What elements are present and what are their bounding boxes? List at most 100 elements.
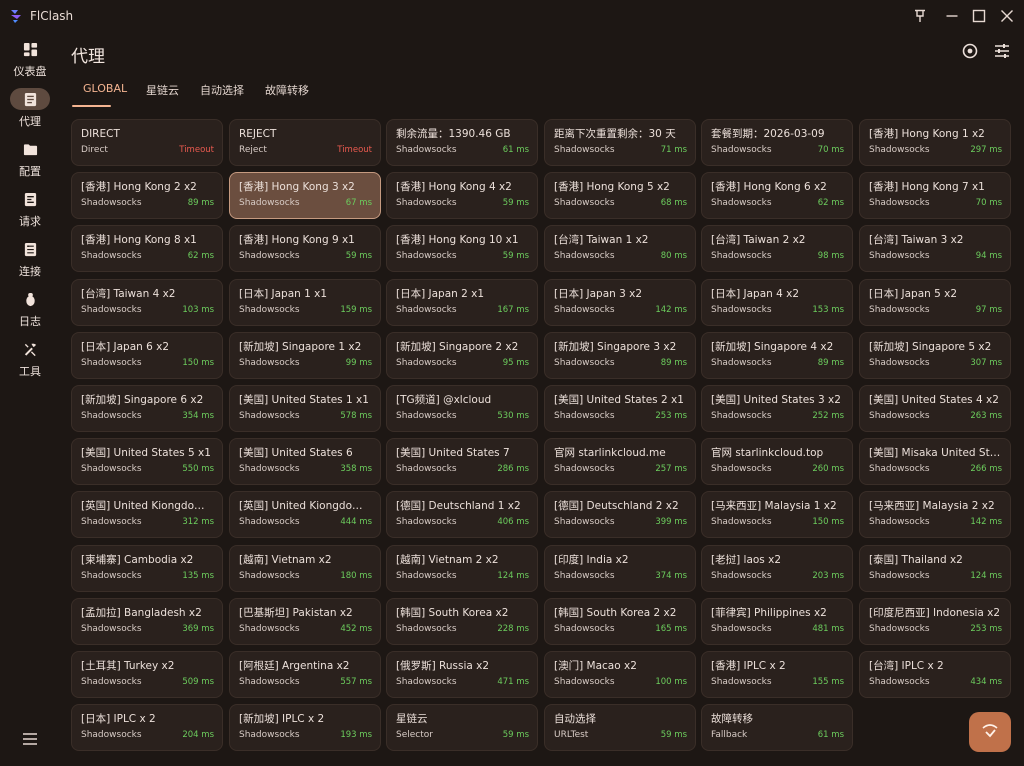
proxy-delay[interactable]: 260 ms [812, 464, 844, 474]
proxy-delay[interactable]: 71 ms [661, 145, 687, 155]
proxy-card[interactable]: [印度] India x2 Shadowsocks 374 ms [544, 545, 696, 592]
proxy-card[interactable]: [柬埔寨] Cambodia x2 Shadowsocks 135 ms [71, 545, 223, 592]
proxy-card[interactable]: [澳门] Macao x2 Shadowsocks 100 ms [544, 651, 696, 698]
proxy-card[interactable]: [台湾] IPLC x 2 Shadowsocks 434 ms [859, 651, 1011, 698]
proxy-delay[interactable]: 97 ms [976, 305, 1002, 315]
nav-logs[interactable]: 日志 [0, 288, 60, 336]
nav-tools[interactable]: 工具 [0, 338, 60, 386]
proxy-card[interactable]: 剩余流量：1390.46 GB Shadowsocks 61 ms [386, 119, 538, 166]
proxy-delay[interactable]: 578 ms [340, 411, 372, 421]
proxy-card[interactable]: [香港] Hong Kong 4 x2 Shadowsocks 59 ms [386, 172, 538, 219]
proxy-card[interactable]: [新加坡] Singapore 4 x2 Shadowsocks 89 ms [701, 332, 853, 379]
proxy-card[interactable]: [美国] United States 4 x2 Shadowsocks 263 ms [859, 385, 1011, 432]
proxy-delay[interactable]: 257 ms [655, 464, 687, 474]
proxy-delay[interactable]: 80 ms [661, 251, 687, 261]
nav-requests[interactable]: 请求 [0, 188, 60, 236]
proxy-delay[interactable]: 204 ms [182, 730, 214, 740]
proxy-delay[interactable]: 165 ms [655, 624, 687, 634]
proxy-delay[interactable]: 124 ms [497, 571, 529, 581]
minimize-button[interactable] [939, 4, 965, 28]
proxy-card[interactable]: [美国] United States 6 Shadowsocks 358 ms [229, 438, 381, 485]
nav-dashboard[interactable]: 仪表盘 [0, 38, 60, 86]
proxy-card[interactable]: [香港] Hong Kong 3 x2 Shadowsocks 67 ms [229, 172, 381, 219]
proxy-card[interactable]: [日本] Japan 2 x1 Shadowsocks 167 ms [386, 279, 538, 326]
proxy-delay[interactable]: 95 ms [503, 358, 529, 368]
proxy-delay[interactable]: 135 ms [182, 571, 214, 581]
proxy-card[interactable]: [美国] Misaka United States x2 Shadowsocks 2… [859, 438, 1011, 485]
proxy-delay[interactable]: 266 ms [970, 464, 1002, 474]
proxy-card[interactable]: [日本] Japan 3 x2 Shadowsocks 142 ms [544, 279, 696, 326]
proxy-delay[interactable]: 153 ms [812, 305, 844, 315]
proxy-delay[interactable]: 167 ms [497, 305, 529, 315]
proxy-card[interactable]: [泰国] Thailand x2 Shadowsocks 124 ms [859, 545, 1011, 592]
proxy-delay[interactable]: 89 ms [818, 358, 844, 368]
proxy-delay[interactable]: 434 ms [970, 677, 1002, 687]
proxy-card[interactable]: [土耳其] Turkey x2 Shadowsocks 509 ms [71, 651, 223, 698]
proxy-delay[interactable]: 253 ms [970, 624, 1002, 634]
proxy-card[interactable]: [马来西亚] Malaysia 1 x2 Shadowsocks 150 ms [701, 491, 853, 538]
proxy-delay[interactable]: 62 ms [188, 251, 214, 261]
proxy-card[interactable]: [香港] Hong Kong 1 x2 Shadowsocks 297 ms [859, 119, 1011, 166]
proxy-delay[interactable]: 99 ms [346, 358, 372, 368]
proxy-delay[interactable]: 297 ms [970, 145, 1002, 155]
proxy-delay[interactable]: 557 ms [340, 677, 372, 687]
tab-fallback[interactable]: 故障转移 [265, 82, 309, 98]
proxy-card[interactable]: [台湾] Taiwan 4 x2 Shadowsocks 103 ms [71, 279, 223, 326]
proxy-delay[interactable]: 70 ms [818, 145, 844, 155]
proxy-delay[interactable]: 61 ms [818, 730, 844, 740]
proxy-card[interactable]: [新加坡] Singapore 6 x2 Shadowsocks 354 ms [71, 385, 223, 432]
proxy-card[interactable]: [美国] United States 1 x1 Shadowsocks 578 ms [229, 385, 381, 432]
proxy-card[interactable]: 官网 starlinkcloud.me Shadowsocks 257 ms [544, 438, 696, 485]
tab-global[interactable]: GLOBAL [83, 82, 127, 95]
proxy-delay[interactable]: 471 ms [497, 677, 529, 687]
proxy-delay[interactable]: 62 ms [818, 198, 844, 208]
proxy-delay[interactable]: 286 ms [497, 464, 529, 474]
proxy-card[interactable]: [日本] IPLC x 2 Shadowsocks 204 ms [71, 704, 223, 751]
proxy-delay[interactable]: 399 ms [655, 517, 687, 527]
proxy-card[interactable]: 距离下次重置剩余：30 天 Shadowsocks 71 ms [544, 119, 696, 166]
proxy-card[interactable]: [香港] Hong Kong 8 x1 Shadowsocks 62 ms [71, 225, 223, 272]
proxy-card[interactable]: [香港] Hong Kong 6 x2 Shadowsocks 62 ms [701, 172, 853, 219]
proxy-delay[interactable]: 159 ms [340, 305, 372, 315]
proxy-delay[interactable]: 252 ms [812, 411, 844, 421]
nav-proxy[interactable]: 代理 [0, 88, 60, 136]
settings-sliders-icon[interactable] [993, 42, 1011, 60]
proxy-card[interactable]: [香港] Hong Kong 10 x1 Shadowsocks 59 ms [386, 225, 538, 272]
proxy-card[interactable]: [印度尼西亚] Indonesia x2 Shadowsocks 253 ms [859, 598, 1011, 645]
proxy-card[interactable]: [日本] Japan 5 x2 Shadowsocks 97 ms [859, 279, 1011, 326]
proxy-delay[interactable]: 203 ms [812, 571, 844, 581]
proxy-card[interactable]: [TG频道] @xlcloud Shadowsocks 530 ms [386, 385, 538, 432]
proxy-delay[interactable]: 89 ms [188, 198, 214, 208]
proxy-card[interactable]: DIRECT Direct Timeout [71, 119, 223, 166]
proxy-delay[interactable]: 68 ms [661, 198, 687, 208]
proxy-delay[interactable]: 369 ms [182, 624, 214, 634]
proxy-card[interactable]: REJECT Reject Timeout [229, 119, 381, 166]
proxy-card[interactable]: 官网 starlinkcloud.top Shadowsocks 260 ms [701, 438, 853, 485]
proxy-card[interactable]: [日本] Japan 4 x2 Shadowsocks 153 ms [701, 279, 853, 326]
proxy-card[interactable]: [英国] United Kiongdom 2 x1 Shadowsocks 444 … [229, 491, 381, 538]
proxy-card[interactable]: [香港] Hong Kong 2 x2 Shadowsocks 89 ms [71, 172, 223, 219]
proxy-delay[interactable]: 180 ms [340, 571, 372, 581]
proxy-card[interactable]: [马来西亚] Malaysia 2 x2 Shadowsocks 142 ms [859, 491, 1011, 538]
proxy-card[interactable]: [新加坡] Singapore 3 x2 Shadowsocks 89 ms [544, 332, 696, 379]
proxy-delay[interactable]: 67 ms [346, 198, 372, 208]
proxy-card[interactable]: [香港] Hong Kong 7 x1 Shadowsocks 70 ms [859, 172, 1011, 219]
proxy-card[interactable]: [英国] United Kiongdom x1 Shadowsocks 312 ms [71, 491, 223, 538]
proxy-delay[interactable]: 100 ms [655, 677, 687, 687]
proxy-delay[interactable]: Timeout [179, 145, 214, 155]
proxy-card[interactable]: [韩国] South Korea x2 Shadowsocks 228 ms [386, 598, 538, 645]
proxy-delay[interactable]: 59 ms [503, 251, 529, 261]
proxy-card[interactable]: [台湾] Taiwan 2 x2 Shadowsocks 98 ms [701, 225, 853, 272]
proxy-delay[interactable]: 263 ms [970, 411, 1002, 421]
tab-auto-select[interactable]: 自动选择 [200, 82, 244, 98]
proxy-card[interactable]: [巴基斯坦] Pakistan x2 Shadowsocks 452 ms [229, 598, 381, 645]
proxy-card[interactable]: [美国] United States 2 x1 Shadowsocks 253 ms [544, 385, 696, 432]
proxy-delay[interactable]: 509 ms [182, 677, 214, 687]
latency-test-button[interactable] [969, 712, 1011, 752]
proxy-card[interactable]: [美国] United States 5 x1 Shadowsocks 550 ms [71, 438, 223, 485]
target-icon[interactable] [961, 42, 979, 60]
proxy-card[interactable]: [德国] Deutschland 1 x2 Shadowsocks 406 ms [386, 491, 538, 538]
proxy-delay[interactable]: 98 ms [818, 251, 844, 261]
proxy-delay[interactable]: 253 ms [655, 411, 687, 421]
proxy-delay[interactable]: 481 ms [812, 624, 844, 634]
